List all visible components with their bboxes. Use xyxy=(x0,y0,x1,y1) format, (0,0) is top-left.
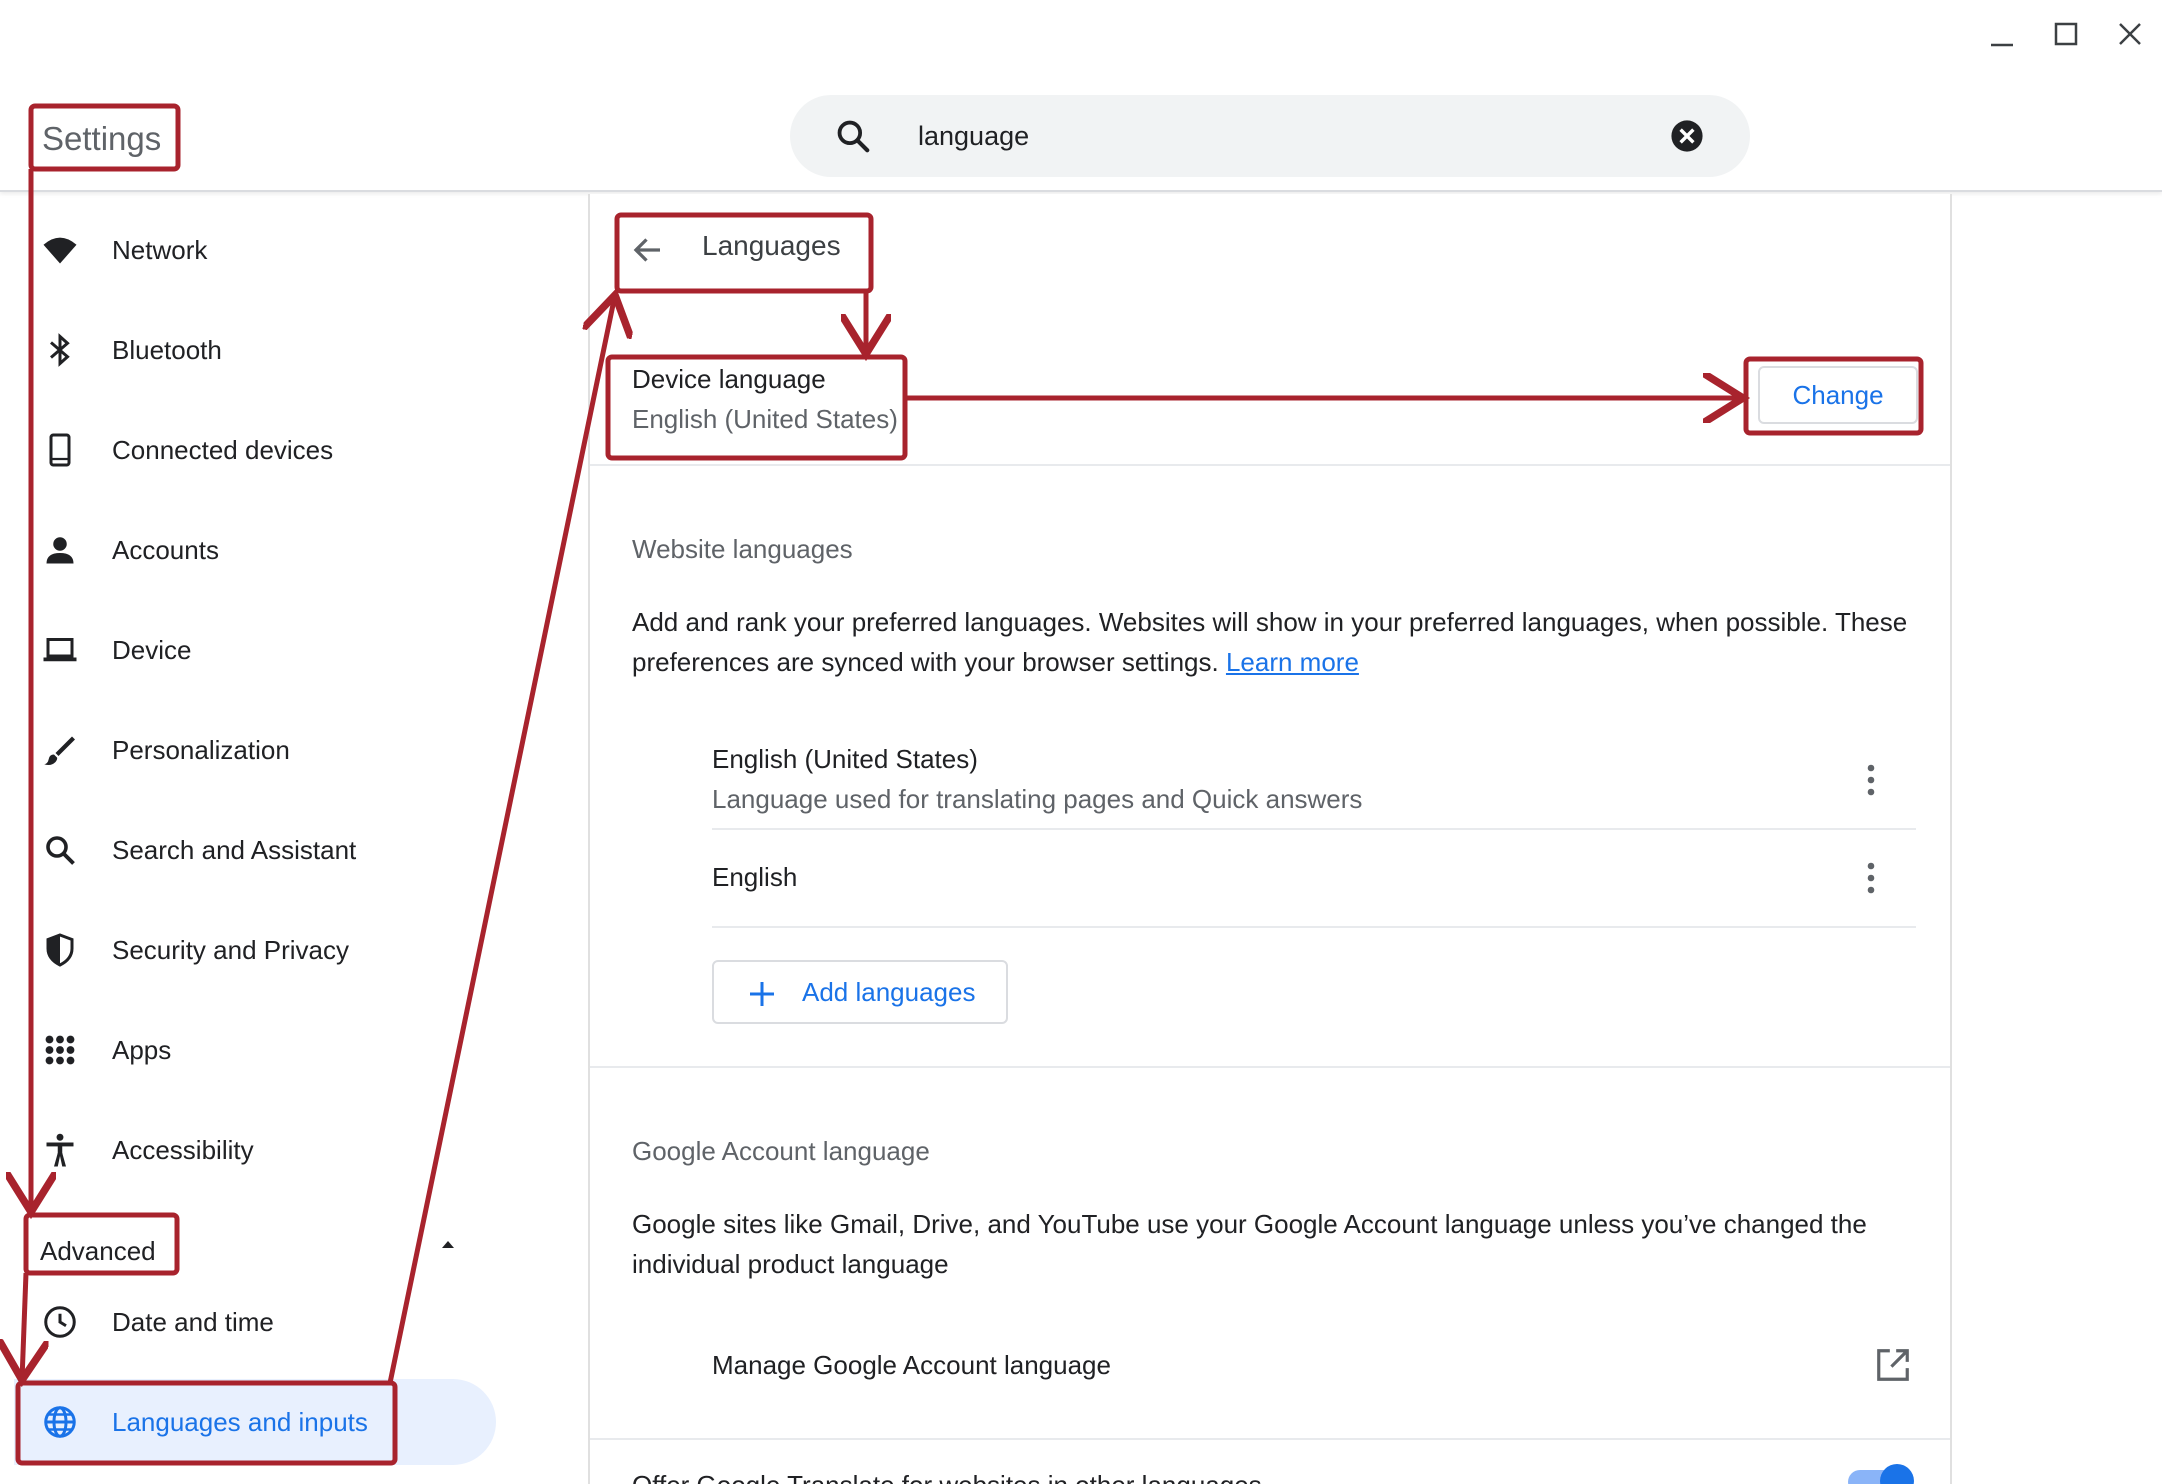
phone-icon xyxy=(42,432,78,468)
device-language-value: English (United States) xyxy=(632,404,898,434)
divider xyxy=(712,828,1916,830)
language-name: English (United States) xyxy=(712,744,978,774)
divider xyxy=(712,926,1916,928)
sidebar-item-device[interactable]: Device xyxy=(0,610,500,690)
app-title: Settings xyxy=(42,120,162,157)
page-title: Languages xyxy=(702,230,841,261)
clear-search-icon[interactable] xyxy=(1670,119,1704,153)
sidebar-item-label: Network xyxy=(112,234,208,265)
sidebar-item-label: Accounts xyxy=(112,534,219,565)
website-languages-description: Add and rank your preferred languages. W… xyxy=(632,607,1908,677)
sidebar-item-label: Apps xyxy=(112,1034,172,1065)
divider xyxy=(590,1066,1950,1068)
sidebar-item-label: Security and Privacy xyxy=(112,934,349,965)
sidebar-item-label: Search and Assistant xyxy=(112,834,357,865)
search-bar[interactable]: language xyxy=(790,95,1750,177)
sidebar-item-label: Languages and inputs xyxy=(112,1406,368,1437)
laptop-icon xyxy=(42,632,78,668)
languages-card: Languages Device language English (Unite… xyxy=(588,194,1952,1484)
divider xyxy=(590,464,1950,466)
minimize-icon[interactable] xyxy=(1982,14,2022,54)
device-language-title: Device language xyxy=(632,364,826,394)
google-account-language-description: Google sites like Gmail, Drive, and YouT… xyxy=(632,1209,1867,1279)
sidebar-item-personalization[interactable]: Personalization xyxy=(0,710,500,790)
sidebar: Network Bluetooth Connected devices Acco… xyxy=(0,192,560,1484)
more-options-icon[interactable] xyxy=(1856,760,1886,800)
search-input[interactable]: language xyxy=(918,95,1029,177)
caret-up-icon[interactable] xyxy=(438,1234,458,1254)
shield-icon xyxy=(42,932,78,968)
offer-translate-toggle[interactable] xyxy=(1848,1464,1914,1484)
top-bar: Settings language xyxy=(0,0,2162,192)
person-icon xyxy=(42,532,78,568)
open-in-new-icon[interactable] xyxy=(1874,1346,1912,1384)
language-name: English xyxy=(712,862,798,892)
close-icon[interactable] xyxy=(2110,14,2150,54)
manage-google-account-language-link[interactable]: Manage Google Account language xyxy=(712,1350,1111,1381)
sidebar-item-date-and-time[interactable]: Date and time xyxy=(0,1282,500,1362)
wifi-icon xyxy=(42,232,78,268)
sidebar-item-search-and-assistant[interactable]: Search and Assistant xyxy=(0,810,500,890)
maximize-icon[interactable] xyxy=(2046,14,2086,54)
divider xyxy=(590,1438,1950,1440)
apps-grid-icon xyxy=(42,1032,78,1068)
back-arrow-icon[interactable] xyxy=(630,232,666,268)
sidebar-item-network[interactable]: Network xyxy=(0,210,500,290)
sidebar-item-security-and-privacy[interactable]: Security and Privacy xyxy=(0,910,500,990)
sidebar-item-label: Date and time xyxy=(112,1306,274,1337)
sidebar-item-label: Bluetooth xyxy=(112,334,222,365)
sidebar-item-accessibility[interactable]: Accessibility xyxy=(0,1110,500,1190)
toggle-knob xyxy=(1880,1464,1914,1484)
change-device-language-button[interactable]: Change xyxy=(1758,366,1918,424)
sidebar-item-label: Connected devices xyxy=(112,434,334,465)
learn-more-link[interactable]: Learn more xyxy=(1226,647,1359,677)
sidebar-item-label: Personalization xyxy=(112,734,290,765)
globe-icon xyxy=(42,1404,78,1440)
google-account-language-title: Google Account language xyxy=(632,1136,930,1166)
sidebar-item-label: Device xyxy=(112,634,192,665)
sidebar-item-bluetooth[interactable]: Bluetooth xyxy=(0,310,500,390)
sidebar-item-accounts[interactable]: Accounts xyxy=(0,510,500,590)
website-languages-title: Website languages xyxy=(632,534,853,564)
add-languages-button[interactable]: Add languages xyxy=(712,960,1008,1024)
offer-translate-label: Offer Google Translate for websites in o… xyxy=(632,1470,1262,1484)
bluetooth-icon xyxy=(42,332,78,368)
more-options-icon[interactable] xyxy=(1856,858,1886,898)
accessibility-icon xyxy=(42,1132,78,1168)
language-note: Language used for translating pages and … xyxy=(712,784,1363,814)
sidebar-item-apps[interactable]: Apps xyxy=(0,1010,500,1090)
advanced-section-toggle[interactable]: Advanced xyxy=(28,1224,168,1278)
add-languages-label: Add languages xyxy=(802,977,976,1007)
search-icon xyxy=(837,120,870,153)
plus-icon xyxy=(750,982,774,1006)
clock-icon xyxy=(42,1304,78,1340)
brush-icon xyxy=(42,732,78,768)
sidebar-item-label: Accessibility xyxy=(112,1134,254,1165)
sidebar-item-connected-devices[interactable]: Connected devices xyxy=(0,410,500,490)
search-icon xyxy=(42,832,78,868)
sidebar-item-languages-and-inputs[interactable]: Languages and inputs xyxy=(14,1379,496,1465)
